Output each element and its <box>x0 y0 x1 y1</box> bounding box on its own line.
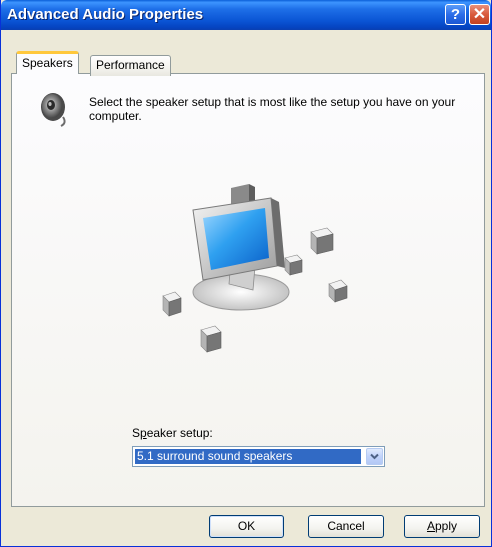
speaker-cube-right-side <box>328 279 348 303</box>
speaker-setup-description: Select the speaker setup that is most li… <box>89 95 456 123</box>
speaker-setup-label: Speaker setup: <box>132 426 213 440</box>
surround-speakers-illustration <box>162 184 348 353</box>
tab-performance[interactable]: Performance <box>90 55 171 76</box>
speaker-cube-left <box>162 291 182 317</box>
dialog-window: Advanced Audio Properties ? ✕ Speakers P… <box>0 0 492 547</box>
speaker-cube-subwoofer <box>200 325 222 353</box>
speaker-cube-right-front <box>284 254 303 276</box>
tab-speakers[interactable]: Speakers <box>16 51 79 74</box>
speaker-cube-right-rear <box>310 227 334 255</box>
speaker-icon <box>41 93 66 127</box>
help-button[interactable]: ? <box>445 4 466 25</box>
window-title: Advanced Audio Properties <box>7 6 204 23</box>
title-bar[interactable]: Advanced Audio Properties ? ✕ <box>1 0 491 30</box>
close-button[interactable]: ✕ <box>469 4 490 25</box>
apply-button[interactable]: Apply <box>404 515 480 538</box>
speaker-setup-selected-value: 5.1 surround sound speakers <box>135 449 361 464</box>
cancel-button[interactable]: Cancel <box>308 515 384 538</box>
ok-button[interactable]: OK <box>209 515 284 538</box>
chevron-down-icon[interactable] <box>366 448 383 465</box>
speaker-setup-dropdown[interactable]: 5.1 surround sound speakers <box>132 446 385 467</box>
